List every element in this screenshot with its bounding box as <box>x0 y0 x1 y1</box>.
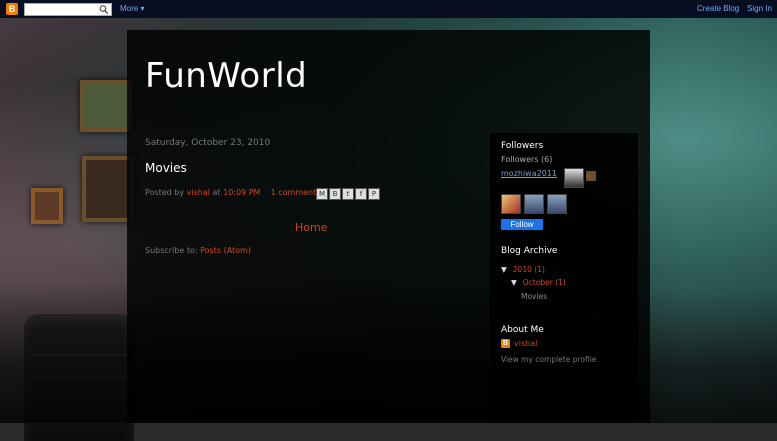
wall-painting <box>31 188 63 224</box>
email-share-icon[interactable]: M <box>316 188 328 200</box>
blog-archive-title: Blog Archive <box>501 246 558 256</box>
view-profile-link[interactable]: View my complete profile <box>501 355 596 364</box>
follower-avatar[interactable] <box>524 194 544 214</box>
post-time-link[interactable]: 10:09 PM <box>223 188 260 197</box>
archive-month-label[interactable]: October <box>523 278 553 287</box>
sidebar: Followers Followers (6) mozhiwa2011 Foll… <box>490 133 638 423</box>
blogger-navbar: B More ▾ Create Blog Sign In <box>0 0 777 18</box>
post-date: Saturday, October 23, 2010 <box>145 138 271 148</box>
archive-year-count: (1) <box>534 265 545 274</box>
subscribe-label: Subscribe to: <box>145 246 198 255</box>
post-title[interactable]: Movies <box>145 161 187 175</box>
archive-month[interactable]: ▼ October (1) <box>511 278 566 287</box>
blogger-logo-icon[interactable]: B <box>6 3 18 15</box>
pinterest-share-icon[interactable]: P <box>368 188 380 200</box>
twitter-share-icon[interactable]: t <box>342 188 354 200</box>
comments-link[interactable]: 1 comment: <box>271 188 319 197</box>
expand-arrow-icon[interactable]: ▼ <box>511 278 517 287</box>
blogthis-share-icon[interactable]: B <box>329 188 341 200</box>
archive-post-link[interactable]: Movies <box>521 292 547 301</box>
follower-avatar[interactable] <box>547 194 567 214</box>
atom-feed-link[interactable]: Posts (Atom) <box>200 246 251 255</box>
followers-count: Followers (6) <box>501 155 553 164</box>
expand-arrow-icon[interactable]: ▼ <box>501 265 507 274</box>
follower-avatar[interactable] <box>564 168 584 188</box>
follower-avatar[interactable] <box>501 194 521 214</box>
followers-title: Followers <box>501 141 544 151</box>
home-link[interactable]: Home <box>295 221 327 234</box>
create-blog-link[interactable]: Create Blog <box>697 4 739 13</box>
subscribe-line: Subscribe to: Posts (Atom) <box>145 246 251 255</box>
blogger-profile-icon: B <box>501 339 510 348</box>
author-link[interactable]: vishal <box>187 188 210 197</box>
post-footer: Posted by vishal at 10:09 PM 1 comment: <box>145 188 319 197</box>
wall-painting <box>80 80 132 132</box>
follower-avatar[interactable] <box>586 171 596 181</box>
share-buttons: MBtfP <box>316 188 381 200</box>
follow-button[interactable]: Follow <box>501 219 543 230</box>
posted-by-label: Posted by <box>145 188 185 197</box>
more-menu-link[interactable]: More ▾ <box>120 4 144 13</box>
archive-year-label[interactable]: 2010 <box>513 265 532 274</box>
facebook-share-icon[interactable]: f <box>355 188 367 200</box>
search-icon[interactable] <box>99 4 109 15</box>
at-label: at <box>212 188 221 197</box>
search-input[interactable] <box>24 3 112 16</box>
sign-in-link[interactable]: Sign In <box>747 4 772 13</box>
archive-year[interactable]: ▼ 2010 (1) <box>501 265 545 274</box>
about-me-title: About Me <box>501 325 544 335</box>
blog-title[interactable]: FunWorld <box>145 56 307 96</box>
follower-link[interactable]: mozhiwa2011 <box>501 169 557 178</box>
profile-name-link[interactable]: vishal <box>514 339 537 348</box>
archive-month-count: (1) <box>555 278 566 287</box>
